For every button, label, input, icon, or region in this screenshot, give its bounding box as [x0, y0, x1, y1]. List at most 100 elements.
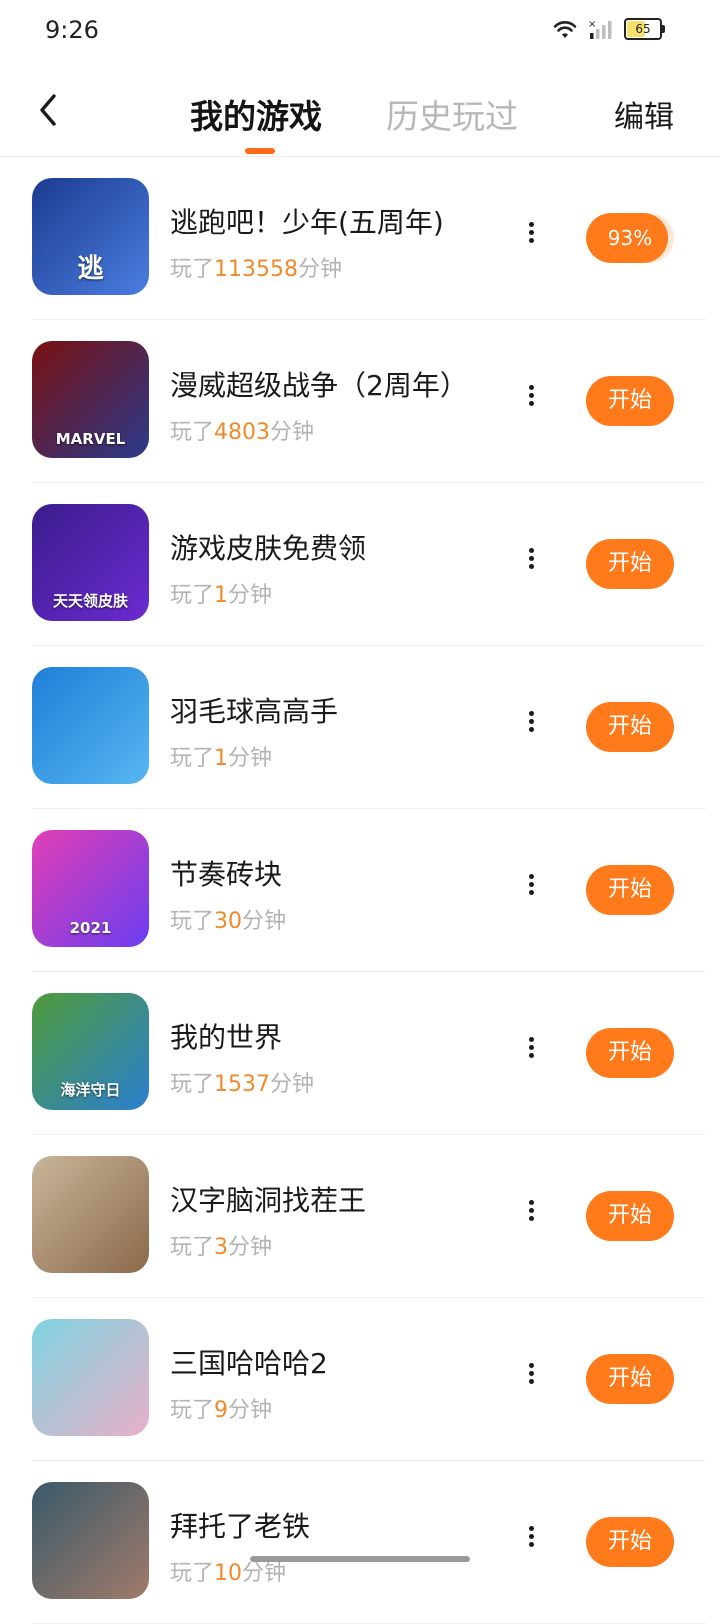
start-button[interactable]: 开始	[586, 702, 674, 752]
tab-my-games[interactable]: 我的游戏	[190, 90, 322, 138]
game-title[interactable]: 漫威超级战争（2周年）	[170, 364, 468, 404]
play-time-suffix: 分钟	[298, 257, 343, 282]
play-time: 玩了1分钟	[170, 577, 272, 609]
game-title[interactable]: 游戏皮肤免费领	[170, 527, 366, 567]
game-icon[interactable]	[32, 1156, 149, 1273]
game-row[interactable]: 逃 逃跑吧！少年(五周年) 玩了113558分钟 93%	[0, 157, 720, 320]
play-time-minutes: 1537	[214, 1072, 271, 1097]
game-row[interactable]: 海洋守日 我的世界玩了1537分钟 开始	[0, 972, 720, 1135]
game-title[interactable]: 节奏砖块	[170, 853, 282, 893]
game-icon-badge: 2021	[69, 919, 112, 937]
tab-history[interactable]: 历史玩过	[386, 90, 518, 138]
game-row[interactable]: 羽毛球高高手玩了1分钟 开始	[0, 646, 720, 809]
game-icon[interactable]	[32, 1482, 149, 1599]
game-icon-badge: 天天领皮肤	[52, 592, 128, 610]
start-button[interactable]: 开始	[586, 1191, 674, 1241]
status-time: 9:26	[45, 16, 99, 44]
status-icons: × 65	[552, 18, 665, 40]
play-time: 玩了3分钟	[170, 1229, 272, 1261]
game-list: 逃逃跑吧！少年(五周年) 玩了113558分钟 93% MARVEL 漫威超级战争（2周…	[0, 157, 720, 1624]
game-icon[interactable]: 海洋守日	[32, 993, 149, 1110]
play-time-suffix: 分钟	[270, 420, 315, 445]
play-time-minutes: 3	[214, 1235, 229, 1260]
game-row[interactable]: 2021 节奏砖块玩了30分钟 开始	[0, 809, 720, 972]
progress-label: 93%	[607, 226, 653, 250]
game-icon[interactable]: MARVEL	[32, 341, 149, 458]
start-button[interactable]: 开始	[586, 376, 674, 426]
more-vertical-icon[interactable]	[522, 1523, 540, 1559]
game-title[interactable]: 逃跑吧！少年(五周年)	[170, 201, 444, 241]
play-time-suffix: 分钟	[242, 1561, 287, 1586]
start-button[interactable]: 开始	[586, 865, 674, 915]
start-button[interactable]: 开始	[586, 1028, 674, 1078]
game-icon-badge: 海洋守日	[60, 1081, 121, 1099]
play-time-suffix: 分钟	[228, 1398, 273, 1423]
play-time-prefix: 玩了	[170, 746, 215, 771]
play-time: 玩了113558分钟	[170, 251, 342, 283]
play-time-minutes: 4803	[214, 420, 271, 445]
game-icon[interactable]: 天天领皮肤	[32, 504, 149, 621]
game-title[interactable]: 汉字脑洞找茬王	[170, 1179, 366, 1219]
more-vertical-icon[interactable]	[522, 545, 540, 581]
play-time-prefix: 玩了	[170, 1072, 215, 1097]
home-indicator[interactable]	[250, 1556, 470, 1562]
more-vertical-icon[interactable]	[522, 1034, 540, 1070]
play-time-suffix: 分钟	[242, 909, 287, 934]
more-vertical-icon[interactable]	[522, 871, 540, 907]
edit-button[interactable]: 编辑	[614, 92, 674, 136]
game-title[interactable]: 我的世界	[170, 1016, 282, 1056]
play-time-prefix: 玩了	[170, 909, 215, 934]
play-time-prefix: 玩了	[170, 257, 215, 282]
battery-level: 65	[635, 22, 651, 36]
game-title[interactable]: 羽毛球高高手	[170, 690, 338, 730]
more-vertical-icon[interactable]	[522, 708, 540, 744]
play-time-minutes: 113558	[214, 257, 298, 282]
game-icon-badge: 逃	[77, 254, 104, 284]
game-icon[interactable]	[32, 667, 149, 784]
play-time: 玩了1分钟	[170, 740, 272, 772]
game-icon[interactable]: 2021	[32, 830, 149, 947]
play-time-minutes: 9	[214, 1398, 229, 1423]
start-button[interactable]: 开始	[586, 1517, 674, 1567]
play-time: 玩了9分钟	[170, 1392, 272, 1424]
game-icon[interactable]	[32, 1319, 149, 1436]
play-time-minutes: 10	[214, 1561, 243, 1586]
game-row[interactable]: MARVEL 漫威超级战争（2周年） 玩了4803分钟 开始	[0, 320, 720, 483]
game-row[interactable]: 汉字脑洞找茬王玩了3分钟 开始	[0, 1135, 720, 1298]
active-tab-indicator	[245, 148, 275, 154]
game-icon[interactable]: 逃	[32, 178, 149, 295]
play-time-suffix: 分钟	[228, 746, 273, 771]
game-title[interactable]: 拜托了老铁	[170, 1505, 310, 1545]
top-nav: 我的游戏 历史玩过 编辑	[0, 64, 720, 157]
play-time-minutes: 30	[214, 909, 243, 934]
play-time-minutes: 1	[214, 583, 229, 608]
start-button[interactable]: 开始	[586, 539, 674, 589]
play-time: 玩了1537分钟	[170, 1066, 314, 1098]
more-vertical-icon[interactable]	[522, 219, 540, 255]
more-vertical-icon[interactable]	[522, 382, 540, 418]
play-time-suffix: 分钟	[270, 1072, 315, 1097]
play-time-prefix: 玩了	[170, 1561, 215, 1586]
more-vertical-icon[interactable]	[522, 1197, 540, 1233]
wifi-icon	[553, 21, 577, 38]
play-time-suffix: 分钟	[228, 1235, 273, 1260]
game-icon-badge: MARVEL	[55, 430, 126, 448]
play-time-prefix: 玩了	[170, 1235, 215, 1260]
download-progress-button[interactable]: 93%	[586, 213, 674, 263]
game-title[interactable]: 三国哈哈哈2	[170, 1342, 328, 1382]
back-arrow-icon[interactable]	[34, 90, 64, 130]
more-vertical-icon[interactable]	[522, 1360, 540, 1396]
play-time-prefix: 玩了	[170, 420, 215, 445]
play-time: 玩了4803分钟	[170, 414, 314, 446]
play-time-suffix: 分钟	[228, 583, 273, 608]
start-button[interactable]: 开始	[586, 1354, 674, 1404]
game-row[interactable]: 三国哈哈哈2 玩了9分钟 开始	[0, 1298, 720, 1461]
svg-text:×: ×	[588, 19, 596, 30]
play-time-minutes: 1	[214, 746, 229, 771]
play-time-prefix: 玩了	[170, 1398, 215, 1423]
game-row[interactable]: 天天领皮肤 游戏皮肤免费领玩了1分钟 开始	[0, 483, 720, 646]
play-time-prefix: 玩了	[170, 583, 215, 608]
status-bar: 9:26 × 65	[0, 0, 720, 64]
signal-icon: ×	[588, 19, 612, 39]
battery-icon: 65	[624, 18, 665, 40]
